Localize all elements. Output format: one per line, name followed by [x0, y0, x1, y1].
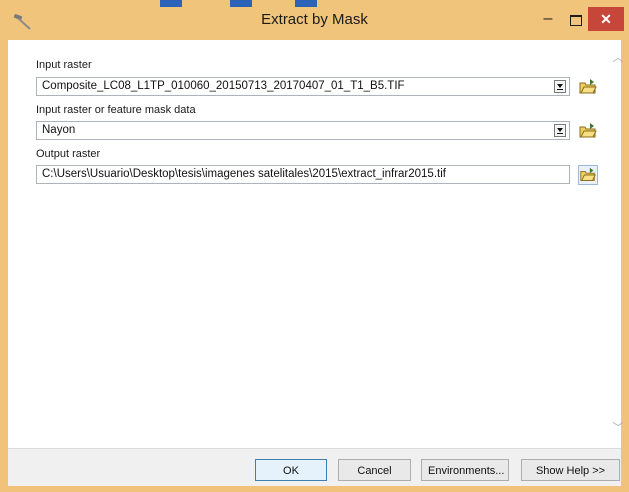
- input-raster-browse-button[interactable]: [578, 77, 598, 97]
- mask-data-browse-button[interactable]: [578, 121, 598, 141]
- maximize-button[interactable]: [565, 10, 587, 30]
- parameters-panel: Input raster Composite_LC08_L1TP_010060_…: [8, 40, 602, 448]
- maximize-icon: [570, 15, 582, 26]
- output-raster-input[interactable]: C:\Users\Usuario\Desktop\tesis\imagenes …: [36, 165, 570, 184]
- open-folder-icon: [579, 79, 597, 94]
- cancel-button[interactable]: Cancel: [338, 459, 411, 481]
- scroll-up-icon[interactable]: ︿: [612, 52, 624, 64]
- mask-data-label: Input raster or feature mask data: [36, 104, 196, 116]
- ok-button[interactable]: OK: [255, 459, 327, 481]
- window-title: Extract by Mask: [261, 11, 368, 28]
- minimize-icon: –: [543, 10, 553, 27]
- title-bar[interactable]: Extract by Mask – ✕: [0, 0, 629, 40]
- mask-data-combo[interactable]: Nayon: [36, 121, 570, 140]
- close-button[interactable]: ✕: [588, 7, 624, 31]
- input-raster-value: Composite_LC08_L1TP_010060_20150713_2017…: [42, 80, 405, 92]
- open-folder-icon: [580, 167, 596, 181]
- output-raster-value: C:\Users\Usuario\Desktop\tesis\imagenes …: [42, 168, 446, 180]
- input-raster-label: Input raster: [36, 59, 92, 71]
- minimize-button[interactable]: –: [537, 10, 559, 30]
- open-folder-icon: [579, 123, 597, 138]
- output-raster-label: Output raster: [36, 148, 101, 160]
- environments-button[interactable]: Environments...: [421, 459, 509, 481]
- dialog-client-area: Input raster Composite_LC08_L1TP_010060_…: [8, 40, 624, 486]
- chevron-down-icon[interactable]: [554, 124, 566, 137]
- extract-by-mask-dialog: Extract by Mask – ✕ Input raster Composi…: [0, 0, 629, 492]
- mask-data-value: Nayon: [42, 124, 76, 136]
- vertical-scrollbar[interactable]: ︿ ﹀: [612, 52, 624, 447]
- input-raster-combo[interactable]: Composite_LC08_L1TP_010060_20150713_2017…: [36, 77, 570, 96]
- scroll-down-icon[interactable]: ﹀: [612, 422, 624, 434]
- show-help-button[interactable]: Show Help >>: [521, 459, 620, 481]
- close-icon: ✕: [600, 11, 612, 27]
- chevron-down-icon[interactable]: [554, 80, 566, 93]
- button-bar: OK Cancel Environments... Show Help >>: [8, 448, 621, 486]
- output-raster-browse-button[interactable]: [578, 165, 598, 185]
